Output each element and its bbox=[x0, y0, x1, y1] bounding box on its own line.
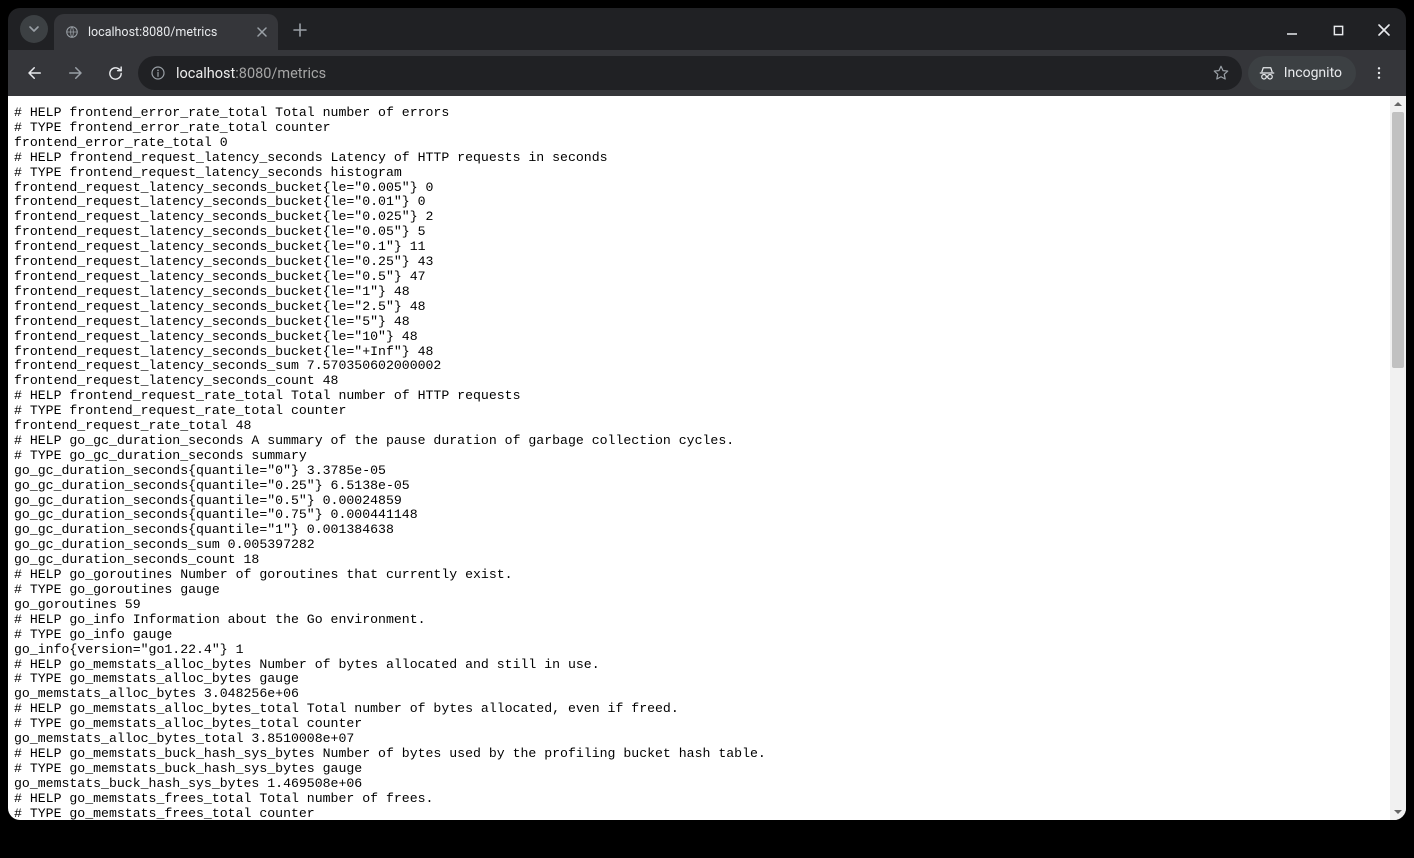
kebab-icon bbox=[1371, 65, 1387, 81]
incognito-icon bbox=[1258, 64, 1276, 82]
window-controls bbox=[1278, 16, 1398, 44]
tab-active[interactable]: localhost:8080/metrics bbox=[54, 14, 278, 50]
reload-icon bbox=[107, 65, 124, 82]
bookmark-button[interactable] bbox=[1212, 64, 1234, 82]
forward-button[interactable] bbox=[58, 56, 92, 90]
url-text: localhost:8080/metrics bbox=[176, 65, 326, 82]
arrow-left-icon bbox=[26, 64, 44, 82]
close-icon bbox=[1378, 24, 1390, 36]
reload-button[interactable] bbox=[98, 56, 132, 90]
incognito-label: Incognito bbox=[1284, 65, 1342, 81]
site-info-button[interactable] bbox=[150, 65, 166, 81]
caret-up-icon bbox=[1393, 99, 1403, 109]
info-icon bbox=[150, 65, 166, 81]
window-minimize-button[interactable] bbox=[1278, 16, 1306, 44]
url-host: localhost bbox=[176, 65, 235, 82]
maximize-icon bbox=[1333, 25, 1344, 36]
minimize-icon bbox=[1286, 24, 1298, 36]
window-maximize-button[interactable] bbox=[1324, 16, 1352, 44]
globe-icon bbox=[64, 24, 80, 40]
tab-search-button[interactable] bbox=[20, 15, 48, 43]
window-close-button[interactable] bbox=[1370, 16, 1398, 44]
metrics-output: # HELP frontend_error_rate_total Total n… bbox=[8, 96, 1406, 820]
url-path: :8080/metrics bbox=[235, 65, 326, 82]
scrollbar-thumb[interactable] bbox=[1392, 112, 1404, 368]
new-tab-button[interactable] bbox=[286, 16, 314, 44]
page-viewport[interactable]: # HELP frontend_error_rate_total Total n… bbox=[8, 96, 1406, 820]
close-icon bbox=[257, 27, 267, 37]
browser-window: localhost:8080/metrics bbox=[8, 8, 1406, 820]
tab-title: localhost:8080/metrics bbox=[88, 25, 246, 40]
star-icon bbox=[1212, 64, 1230, 82]
tab-close-button[interactable] bbox=[254, 24, 270, 40]
chevron-down-icon bbox=[28, 23, 40, 35]
scroll-down-button[interactable] bbox=[1390, 804, 1406, 820]
plus-icon bbox=[293, 23, 307, 37]
caret-down-icon bbox=[1393, 807, 1403, 817]
scroll-up-button[interactable] bbox=[1390, 96, 1406, 112]
browser-menu-button[interactable] bbox=[1362, 56, 1396, 90]
address-bar[interactable]: localhost:8080/metrics bbox=[138, 56, 1242, 90]
arrow-right-icon bbox=[66, 64, 84, 82]
incognito-indicator[interactable]: Incognito bbox=[1248, 56, 1356, 90]
back-button[interactable] bbox=[18, 56, 52, 90]
toolbar: localhost:8080/metrics Incognito bbox=[8, 50, 1406, 96]
scrollbar-vertical[interactable] bbox=[1390, 96, 1406, 820]
tab-strip: localhost:8080/metrics bbox=[8, 8, 1406, 50]
